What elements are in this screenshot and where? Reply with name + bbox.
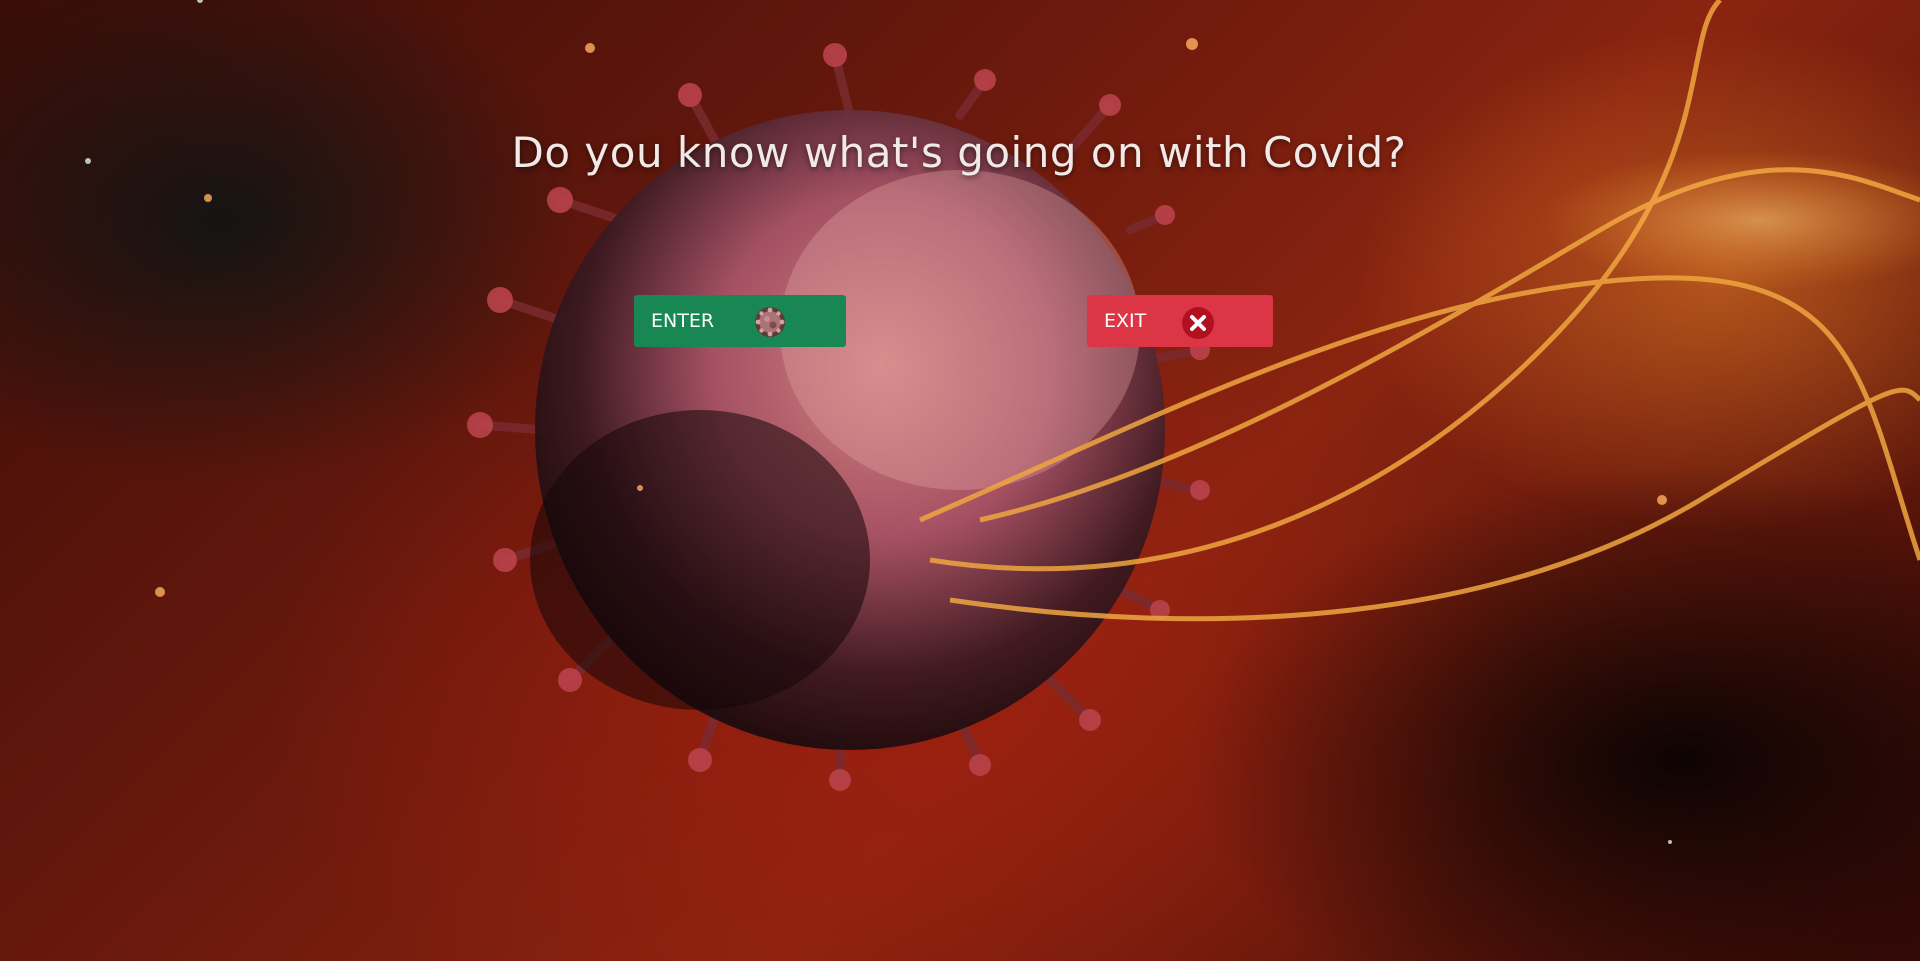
- virus-icon: [755, 307, 785, 337]
- page-title: Do you know what's going on with Covid?: [511, 128, 1407, 177]
- exit-button[interactable]: EXIT: [1087, 295, 1273, 347]
- close-circle-icon: [1182, 307, 1214, 339]
- enter-button[interactable]: ENTER: [634, 295, 846, 347]
- enter-button-label: ENTER: [651, 310, 715, 332]
- exit-button-label: EXIT: [1104, 310, 1147, 332]
